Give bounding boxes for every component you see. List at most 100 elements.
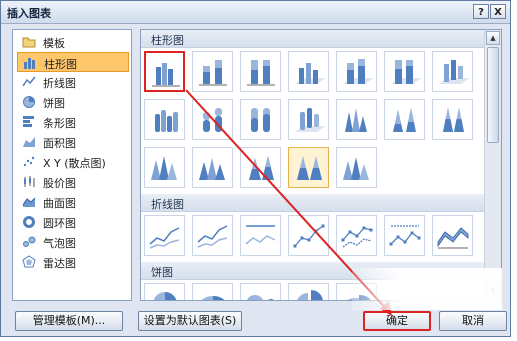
category-bubble[interactable]: 气泡图 [17,232,129,252]
section-title: 饼图 [151,266,173,279]
cancel-button[interactable]: 取消 [439,311,507,331]
category-label: 圆环图 [43,217,76,230]
chart-type-100-stacked-pyramid[interactable] [288,147,329,188]
chart-type-line[interactable] [144,215,185,256]
category-label: 条形图 [43,117,76,130]
chart-gallery: 柱形图 折线图 饼图 ▲ ▼ [140,29,502,301]
chart-type-stacked-line-with-markers[interactable] [336,215,377,256]
section-title: 折线图 [151,198,184,211]
section-header-line: 折线图 [141,194,485,212]
stacked-line-markers-icon [341,226,373,248]
category-column[interactable]: 柱形图 [17,52,129,72]
category-doughnut[interactable]: 圆环图 [17,212,129,232]
help-button[interactable]: ? [473,4,489,19]
stacked-column-icon [199,60,227,86]
chart-type-3d-pie[interactable] [192,283,233,300]
bubble-chart-icon [23,236,36,247]
chart-type-clustered-pyramid[interactable] [192,147,233,188]
category-label: X Y (散点图) [43,157,106,170]
chart-type-pie[interactable] [144,283,185,300]
chart-type-3d-cylinder[interactable] [288,99,329,140]
ok-button[interactable]: 确定 [363,311,431,331]
category-bar[interactable]: 条形图 [17,112,129,132]
chart-type-100-stacked-line-with-markers[interactable] [384,215,425,256]
category-label: 模板 [43,37,65,50]
chart-type-3d-stacked-column[interactable] [336,51,377,92]
chart-type-stacked-pyramid[interactable] [240,147,281,188]
pyramid-chart-icon [199,158,225,180]
radar-chart-icon [22,255,36,268]
chart-type-exploded-pie[interactable] [288,283,329,300]
chart-type-3d-pyramid[interactable] [336,147,377,188]
3d-pyramid-icon [343,157,369,180]
3d-stacked-column-icon [343,59,373,84]
category-area[interactable]: 面积图 [17,132,129,152]
stock-chart-icon [24,176,35,187]
cone-chart-icon [345,108,367,132]
gallery-scrollbar[interactable]: ▲ ▼ [484,30,501,300]
category-pie[interactable]: 饼图 [17,92,129,112]
chart-type-stacked-line[interactable] [192,215,233,256]
scroll-down-arrow-icon[interactable]: ▼ [486,284,500,298]
chart-type-3d-cone[interactable] [144,147,185,188]
chart-category-list: 模板 柱形图 折线图 饼图 条形图 面积图 X Y (散点图) 股价图 曲面图 … [12,29,132,301]
stacked-pyramid-icon [249,156,274,180]
chart-type-3d-exploded-pie[interactable] [336,283,377,300]
category-scatter[interactable]: X Y (散点图) [17,152,129,172]
category-stock[interactable]: 股价图 [17,172,129,192]
percent-stacked-line-markers-icon [389,225,421,246]
category-templates[interactable]: 模板 [17,32,129,52]
line-chart-icon [22,76,36,87]
column-chart-icon [24,58,35,69]
chart-type-stacked-cone[interactable] [384,99,425,140]
pie-chart-icon [23,96,35,108]
percent-stacked-cone-icon [443,107,464,132]
3d-exploded-pie-icon [347,295,371,300]
pie-of-pie-icon [246,295,274,300]
percent-stacked-cylinder-icon [251,108,270,132]
chart-type-100-stacked-line[interactable] [240,215,281,256]
chart-type-3d-clustered-column[interactable] [288,51,329,92]
scroll-thumb[interactable] [487,47,499,143]
chart-type-pie-of-pie[interactable] [240,283,281,300]
chart-type-stacked-column[interactable] [192,51,233,92]
chart-type-clustered-cylinder[interactable] [144,99,185,140]
chart-type-clustered-cone[interactable] [336,99,377,140]
scroll-up-arrow-icon[interactable]: ▲ [486,31,500,45]
close-button[interactable]: X [490,4,506,19]
chart-type-3d-100-stacked-column[interactable] [384,51,425,92]
category-radar[interactable]: 雷达图 [17,252,129,272]
stacked-cylinder-icon [203,108,222,132]
section-title: 柱形图 [151,34,184,47]
chart-type-stacked-cylinder[interactable] [192,99,233,140]
percent-stacked-column-icon [247,60,275,86]
category-label: 面积图 [43,137,76,150]
chart-type-100-stacked-cone[interactable] [432,99,473,140]
exploded-pie-icon [297,290,323,300]
3d-column-icon [439,60,469,84]
stacked-cone-icon [393,108,416,132]
folder-icon [22,37,36,48]
category-label: 气泡图 [43,237,76,250]
cylinder-chart-icon [155,110,178,132]
chart-type-3d-line[interactable] [432,215,473,256]
category-line[interactable]: 折线图 [17,72,129,92]
chart-type-100-stacked-cylinder[interactable] [240,99,281,140]
manage-templates-button[interactable]: 管理模板(M)... [15,311,123,331]
section-header-pie: 饼图 [141,262,485,280]
chart-type-3d-column[interactable] [432,51,473,92]
category-label: 股价图 [43,177,76,190]
3d-cone-icon [151,156,177,180]
surface-chart-icon [22,197,36,207]
bar-chart-icon [23,116,34,127]
set-as-default-chart-button[interactable]: 设置为默认图表(S) [138,311,242,331]
percent-stacked-line-icon [245,225,276,245]
category-surface[interactable]: 曲面图 [17,192,129,212]
3d-pie-icon [201,296,225,300]
dialog-title: 插入图表 [7,7,51,20]
category-label: 曲面图 [43,197,76,210]
category-label: 柱形图 [44,58,77,71]
chart-type-100-stacked-column[interactable] [240,51,281,92]
chart-type-line-with-markers[interactable] [288,215,329,256]
chart-type-clustered-column[interactable] [144,51,185,92]
